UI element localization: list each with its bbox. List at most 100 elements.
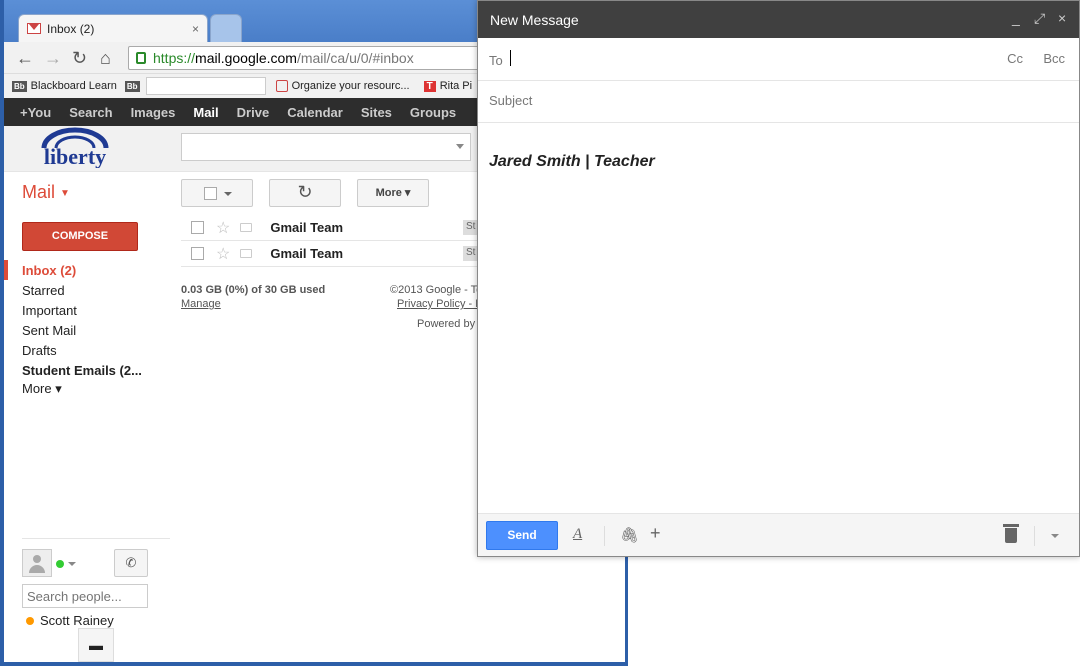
row-checkbox[interactable] [191, 221, 204, 234]
close-icon[interactable]: × [192, 22, 199, 36]
reload-icon[interactable]: ↻ [72, 48, 87, 69]
sidebar-item-starred[interactable]: Starred [22, 283, 65, 298]
important-icon[interactable] [240, 223, 253, 232]
subject-field[interactable] [478, 81, 1079, 123]
table-row[interactable]: ☆ Gmail Team St [181, 215, 481, 241]
gbar-mail[interactable]: Mail [193, 105, 218, 120]
bcc-button[interactable]: Bcc [1043, 51, 1065, 66]
select-button[interactable] [181, 179, 253, 207]
row-checkbox[interactable] [191, 247, 204, 260]
chevron-down-icon [224, 192, 232, 196]
manage-link[interactable]: Manage [181, 298, 221, 310]
gbar-sites[interactable]: Sites [361, 105, 392, 120]
mail-label: Mail [22, 182, 56, 202]
cc-button[interactable]: Cc [1007, 51, 1023, 66]
more-options-icon[interactable]: + [650, 523, 661, 544]
row-sender: Gmail Team [270, 220, 344, 235]
chevron-down-icon[interactable] [68, 562, 76, 566]
url-path: /mail/ca/u/0/#inbox [296, 50, 414, 66]
bookmark-organize[interactable]: Organize your resourc... [275, 80, 410, 92]
bookmark-blackboard[interactable]: Bb Blackboard Learn [4, 80, 117, 92]
gbar-calendar[interactable]: Calendar [287, 105, 343, 120]
blackboard-icon: Bb [12, 80, 27, 92]
close-icon[interactable]: × [1058, 10, 1066, 26]
chevron-down-icon: ▼ [60, 187, 70, 199]
logo-text: liberty [44, 144, 106, 168]
bookmark-blank [145, 77, 266, 95]
chevron-down-icon[interactable] [1051, 534, 1059, 538]
compose-toolbar: Send A 🖇 + [478, 513, 1079, 556]
text-cursor [510, 50, 511, 66]
sidebar-item-important[interactable]: Important [22, 303, 77, 318]
refresh-button[interactable]: ↻ [269, 179, 341, 207]
checkbox-icon [204, 187, 217, 200]
bookmark-rita[interactable]: T Rita Pi [423, 80, 473, 92]
star-icon[interactable]: ☆ [216, 218, 230, 238]
gbar-search[interactable]: Search [69, 105, 112, 120]
away-status-icon [26, 616, 34, 625]
liberty-logo[interactable]: liberty [22, 126, 128, 168]
send-button[interactable]: Send [486, 521, 558, 550]
compose-title: New Message [490, 12, 579, 28]
tab-title: Inbox (2) [47, 21, 95, 36]
to-field[interactable]: To Cc Bcc [478, 39, 1079, 81]
divider [1034, 526, 1035, 546]
chat-contact[interactable]: Scott Rainey [26, 613, 114, 628]
compose-title-bar[interactable]: New Message _ ⤢ × [478, 1, 1079, 38]
chat-bubble-icon[interactable]: ▬ [78, 628, 114, 662]
forward-icon[interactable]: → [44, 48, 62, 69]
trash-icon[interactable] [1003, 524, 1019, 543]
sidebar-item-sent[interactable]: Sent Mail [22, 323, 76, 338]
lock-icon [136, 52, 146, 64]
popout-icon[interactable]: ⤢ [1034, 10, 1045, 27]
format-text-icon[interactable]: A [573, 526, 582, 543]
home-icon[interactable]: ⌂ [100, 48, 111, 69]
new-tab-button[interactable] [210, 14, 242, 42]
subject-input[interactable] [489, 93, 1049, 108]
star-icon[interactable]: ☆ [216, 244, 230, 264]
gbar-groups[interactable]: Groups [410, 105, 456, 120]
compose-button[interactable]: COMPOSE [22, 222, 138, 251]
address-bar[interactable]: https://mail.google.com/mail/ca/u/0/#inb… [128, 46, 488, 70]
url-scheme: https:// [153, 50, 196, 66]
message-body[interactable]: Jared Smith | Teacher [489, 153, 655, 171]
gmail-icon [27, 23, 41, 34]
sidebar-item-student-emails[interactable]: Student Emails (2... [22, 363, 142, 378]
row-sender: Gmail Team [270, 246, 344, 261]
more-button[interactable]: More ▾ [357, 179, 429, 207]
bookmark-label: Organize your resourc... [291, 80, 410, 92]
minimize-icon[interactable]: _ [1012, 10, 1020, 26]
sidebar-item-inbox[interactable]: Inbox (2) [22, 263, 76, 278]
mail-search-input[interactable] [181, 133, 471, 161]
gbar-drive[interactable]: Drive [237, 105, 270, 120]
bookmark-bb2[interactable]: Bb [117, 77, 266, 95]
avatar[interactable] [22, 549, 52, 577]
sidebar-item-more[interactable]: More ▾ [22, 381, 62, 397]
person-body-icon [29, 565, 45, 573]
tab-inbox[interactable]: Inbox (2) × [18, 14, 208, 42]
phone-call-button[interactable]: ✆ [114, 549, 148, 577]
gbar-you[interactable]: +You [20, 105, 51, 120]
important-icon[interactable] [240, 249, 253, 258]
blackboard-icon: Bb [124, 80, 140, 92]
mail-menu[interactable]: Mail ▼ [22, 182, 70, 203]
status-indicator[interactable] [56, 560, 64, 568]
attach-icon[interactable]: 🖇 [620, 526, 639, 544]
privacy-link[interactable]: Privacy Policy - P [397, 298, 483, 310]
back-icon[interactable]: ← [16, 48, 34, 69]
bookmark-label: Blackboard Learn [30, 80, 117, 92]
chevron-down-icon[interactable] [456, 144, 464, 149]
url-host: mail.google.com [195, 50, 297, 66]
storage-usage: 0.03 GB (0%) of 30 GB used [181, 284, 326, 296]
gbar-images[interactable]: Images [131, 105, 176, 120]
contact-name: Scott Rainey [40, 613, 114, 628]
sidebar-item-drafts[interactable]: Drafts [22, 343, 57, 358]
organize-icon [275, 80, 288, 92]
table-row[interactable]: ☆ Gmail Team St [181, 241, 481, 267]
bookmark-label: Rita Pi [439, 80, 473, 92]
divider [22, 538, 170, 539]
inbox-indicator [4, 260, 8, 280]
divider [604, 526, 605, 546]
search-people-input[interactable] [22, 584, 148, 608]
person-icon [33, 555, 41, 563]
